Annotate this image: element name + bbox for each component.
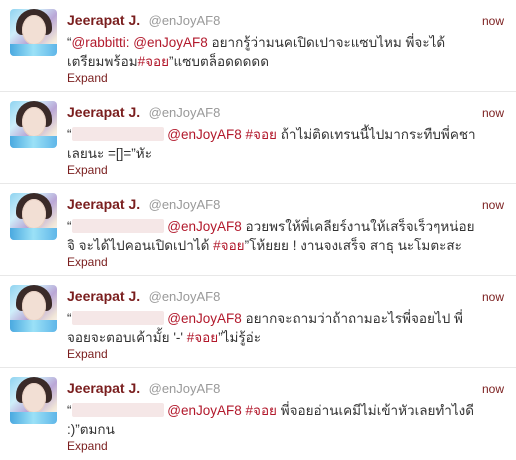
tweet-header: Jeerapat J. @enJoyAF8 [67, 12, 220, 30]
tweet-mention[interactable]: @enJoyAF8 [167, 311, 242, 326]
tweet-username[interactable]: @enJoyAF8 [149, 381, 221, 396]
avatar[interactable] [10, 193, 57, 240]
redacted-mention [71, 403, 164, 417]
tweet-username[interactable]: @enJoyAF8 [149, 289, 221, 304]
tweet-header: Jeerapat J. @enJoyAF8 [67, 288, 220, 306]
tweet-item[interactable]: Jeerapat J. @enJoyAF8 now “@rabbitti: @e… [0, 0, 516, 92]
redacted-mention [71, 127, 164, 141]
tweet-body-end: ”ไม่รู้อ่ะ [218, 330, 261, 345]
tweet-text: “@rabbitti: @enJoyAF8 อยากรู้ว่ามนคเปิดเ… [67, 35, 446, 69]
tweet-header: Jeerapat J. @enJoyAF8 [67, 196, 220, 214]
tweet-fullname[interactable]: Jeerapat J. [67, 288, 140, 304]
tweet-header: Jeerapat J. @enJoyAF8 [67, 104, 220, 122]
tweet-hashtag[interactable]: #จอย [187, 330, 218, 345]
tweet-item[interactable]: Jeerapat J. @enJoyAF8 now “ @enJoyAF8 อว… [0, 184, 516, 276]
avatar[interactable] [10, 377, 57, 424]
tweet-timestamp[interactable]: now [482, 382, 504, 396]
tweet-timestamp[interactable]: now [482, 106, 504, 120]
tweet-body-end: ”แซบตล็อดดดดด [169, 54, 269, 69]
tweet-mention[interactable]: @enJoyAF8 [167, 219, 242, 234]
tweet-text: “ @enJoyAF8 อยากจะถามว่าถ้าถามอะไรพี่จอย… [67, 311, 463, 345]
tweet-body-end: ”โห้ยยย ! งานจงเสร็จ สาธุ นะโมตะสะ [244, 238, 462, 253]
tweet-username[interactable]: @enJoyAF8 [149, 105, 221, 120]
tweet-item[interactable]: Jeerapat J. @enJoyAF8 now “ @enJoyAF8 #จ… [0, 92, 516, 184]
tweet-timestamp[interactable]: now [482, 290, 504, 304]
tweet-fullname[interactable]: Jeerapat J. [67, 380, 140, 396]
tweet-item[interactable]: Jeerapat J. @enJoyAF8 now “ @enJoyAF8 #จ… [0, 368, 516, 460]
tweet-username[interactable]: @enJoyAF8 [149, 13, 221, 28]
expand-link[interactable]: Expand [67, 347, 108, 361]
avatar[interactable] [10, 285, 57, 332]
tweet-hashtag[interactable]: #จอย [246, 403, 277, 418]
tweet-timeline: Jeerapat J. @enJoyAF8 now “@rabbitti: @e… [0, 0, 516, 460]
tweet-hashtag[interactable]: #จอย [213, 238, 244, 253]
tweet-timestamp[interactable]: now [482, 14, 504, 28]
expand-link[interactable]: Expand [67, 71, 108, 85]
tweet-timestamp[interactable]: now [482, 198, 504, 212]
tweet-text: “ @enJoyAF8 อวยพรให้พี่เคลียร์งานให้เสร็… [67, 219, 475, 253]
tweet-mention[interactable]: @enJoyAF8 [167, 127, 242, 142]
tweet-hashtag[interactable]: #จอย [246, 127, 277, 142]
tweet-username[interactable]: @enJoyAF8 [149, 197, 221, 212]
redacted-mention [71, 311, 164, 325]
redacted-mention [71, 219, 164, 233]
expand-link[interactable]: Expand [67, 163, 108, 177]
avatar[interactable] [10, 9, 57, 56]
tweet-text: “ @enJoyAF8 #จอย พี่จอยอ่านเคมีไม่เข้าหั… [67, 403, 475, 437]
tweet-mention[interactable]: @enJoyAF8 [167, 403, 242, 418]
tweet-item[interactable]: Jeerapat J. @enJoyAF8 now “ @enJoyAF8 อย… [0, 276, 516, 368]
tweet-text: “ @enJoyAF8 #จอย ถ้าไม่ติดเทรนนี้ไปมากระ… [67, 127, 476, 161]
expand-link[interactable]: Expand [67, 255, 108, 269]
tweet-fullname[interactable]: Jeerapat J. [67, 196, 140, 212]
tweet-mention[interactable]: @rabbitti: [72, 35, 130, 50]
avatar[interactable] [10, 101, 57, 148]
tweet-mention[interactable]: @enJoyAF8 [133, 35, 208, 50]
tweet-fullname[interactable]: Jeerapat J. [67, 12, 140, 28]
tweet-header: Jeerapat J. @enJoyAF8 [67, 380, 220, 398]
tweet-fullname[interactable]: Jeerapat J. [67, 104, 140, 120]
tweet-hashtag[interactable]: #จอย [138, 54, 169, 69]
